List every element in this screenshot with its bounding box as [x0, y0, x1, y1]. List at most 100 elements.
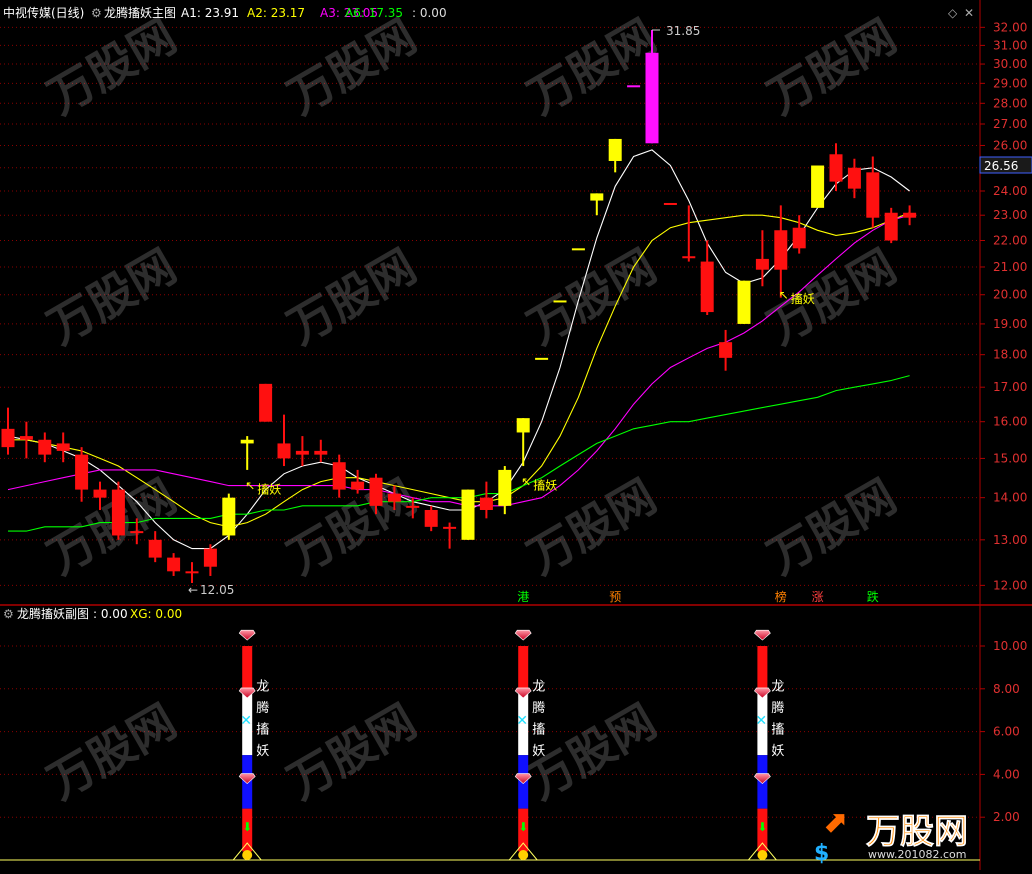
- column-char: 妖: [771, 744, 784, 759]
- axis-tick-label: 22.00: [993, 234, 1027, 248]
- money-bag-icon: [757, 850, 768, 860]
- stock-title[interactable]: 中视传媒(日线): [3, 5, 84, 20]
- candle[interactable]: [627, 85, 641, 88]
- low-pointer-icon: ←: [188, 583, 198, 597]
- down-arrow-icon: ⬇: [242, 820, 252, 834]
- candle-body: [1, 428, 15, 448]
- butterfly-icon: ✕: [240, 713, 252, 729]
- butterfly-icon: ✕: [755, 713, 767, 729]
- candle-body: [719, 342, 733, 358]
- candle[interactable]: [811, 165, 825, 208]
- candle[interactable]: [737, 280, 751, 324]
- candle-body: [351, 481, 365, 490]
- candle[interactable]: [571, 248, 585, 251]
- current-price-value: 26.56: [984, 159, 1018, 173]
- candle-body: [663, 202, 677, 205]
- axis-tick-label: 18.00: [993, 348, 1027, 362]
- sub-value-xg: XG: 0.00: [130, 607, 182, 621]
- candle-body: [406, 505, 420, 508]
- candle-body: [19, 436, 33, 440]
- column-char: 龙: [532, 680, 545, 695]
- axis-tick-label: 21.00: [993, 260, 1027, 274]
- column-char: 腾: [532, 700, 545, 716]
- candle-body: [627, 85, 641, 88]
- column-char: 龙: [771, 680, 784, 695]
- axis-tick-label: 10.00: [993, 639, 1027, 653]
- candle-body: [56, 443, 70, 451]
- column-char: 妖: [256, 744, 269, 759]
- sub-header: ⚙ 龙腾搐妖副图 : 0.00 XG: 0.00: [3, 606, 182, 621]
- candle[interactable]: [884, 207, 898, 244]
- axis-tick-label: 4.00: [993, 767, 1020, 781]
- column-char: 腾: [256, 700, 269, 716]
- candle-body: [203, 548, 217, 567]
- candle-body: [277, 443, 291, 459]
- signal-arrow-icon: ↖: [245, 479, 255, 493]
- candle-body: [866, 172, 880, 218]
- axis-tick-label: 30.00: [993, 57, 1027, 71]
- axis-tick-label: 2.00: [993, 810, 1020, 824]
- bottom-marker: 涨: [812, 589, 824, 604]
- axis-tick-label: 26.00: [993, 138, 1027, 152]
- candle-body: [185, 571, 199, 574]
- candle-body: [608, 138, 622, 161]
- high-price-label: 31.85: [666, 24, 700, 38]
- candle-body: [111, 489, 125, 536]
- candle[interactable]: [535, 357, 549, 360]
- diamond-icon[interactable]: ◇: [948, 6, 958, 20]
- candle[interactable]: [259, 383, 273, 422]
- candlestick-chart[interactable]: 32.0031.0030.0029.0028.0027.0026.0025.00…: [0, 0, 1032, 870]
- logo-text: 万股网: [866, 812, 968, 852]
- down-arrow-icon: ⬇: [518, 820, 528, 834]
- candle[interactable]: [663, 202, 677, 205]
- candle-body: [461, 489, 475, 540]
- stock-chart-window: 32.0031.0030.0029.0028.0027.0026.0025.00…: [0, 0, 1032, 870]
- column-char: 搐: [771, 722, 784, 738]
- candle-body: [75, 454, 89, 490]
- axis-tick-label: 8.00: [993, 682, 1020, 696]
- settings-gear-icon[interactable]: ⚙: [3, 607, 14, 621]
- candle-body: [516, 418, 530, 433]
- indicator-name[interactable]: 龙腾搐妖主图: [104, 5, 176, 20]
- candle-body: [332, 462, 346, 490]
- candle-body: [259, 383, 273, 422]
- candle-body: [130, 531, 144, 534]
- signal-segment: [518, 646, 529, 694]
- axis-tick-label: 15.00: [993, 451, 1027, 465]
- axis-tick-label: 20.00: [993, 288, 1027, 302]
- candle-body: [682, 256, 696, 259]
- candle[interactable]: [461, 489, 475, 540]
- indicator-zero: : 0.00: [412, 6, 447, 20]
- column-char: 腾: [771, 700, 784, 716]
- candle[interactable]: [553, 300, 567, 303]
- axis-tick-label: 32.00: [993, 20, 1027, 34]
- axis-tick-label: 24.00: [993, 184, 1027, 198]
- settings-gear-icon[interactable]: ⚙: [91, 6, 102, 20]
- indicator-a1: A1: 23.91: [181, 6, 239, 20]
- candle-body: [295, 450, 309, 455]
- signal-label: 搐妖: [533, 478, 557, 493]
- bottom-marker: 榜: [775, 589, 787, 604]
- signal-segment: [757, 646, 768, 694]
- axis-tick-label: 23.00: [993, 208, 1027, 222]
- close-icon[interactable]: ✕: [964, 6, 974, 20]
- sub-indicator-name[interactable]: 龙腾搐妖副图: [17, 606, 89, 621]
- candle-body: [387, 493, 401, 502]
- candle-body: [38, 439, 52, 455]
- axis-tick-label: 27.00: [993, 117, 1027, 131]
- axis-tick-label: 6.00: [993, 725, 1020, 739]
- axis-tick-label: 29.00: [993, 76, 1027, 90]
- column-char: 妖: [532, 744, 545, 759]
- candle-body: [314, 450, 328, 455]
- candle-body: [755, 258, 769, 270]
- candle-body: [240, 439, 254, 444]
- axis-tick-label: 31.00: [993, 38, 1027, 52]
- candle[interactable]: [111, 481, 125, 540]
- bottom-marker: 港: [517, 590, 529, 604]
- candle[interactable]: [222, 493, 236, 540]
- axis-tick-label: 28.00: [993, 96, 1027, 110]
- money-bag-icon: [242, 850, 253, 860]
- low-price-label: 12.05: [200, 583, 234, 597]
- candle-body: [903, 212, 917, 218]
- column-char: 搐: [256, 722, 269, 738]
